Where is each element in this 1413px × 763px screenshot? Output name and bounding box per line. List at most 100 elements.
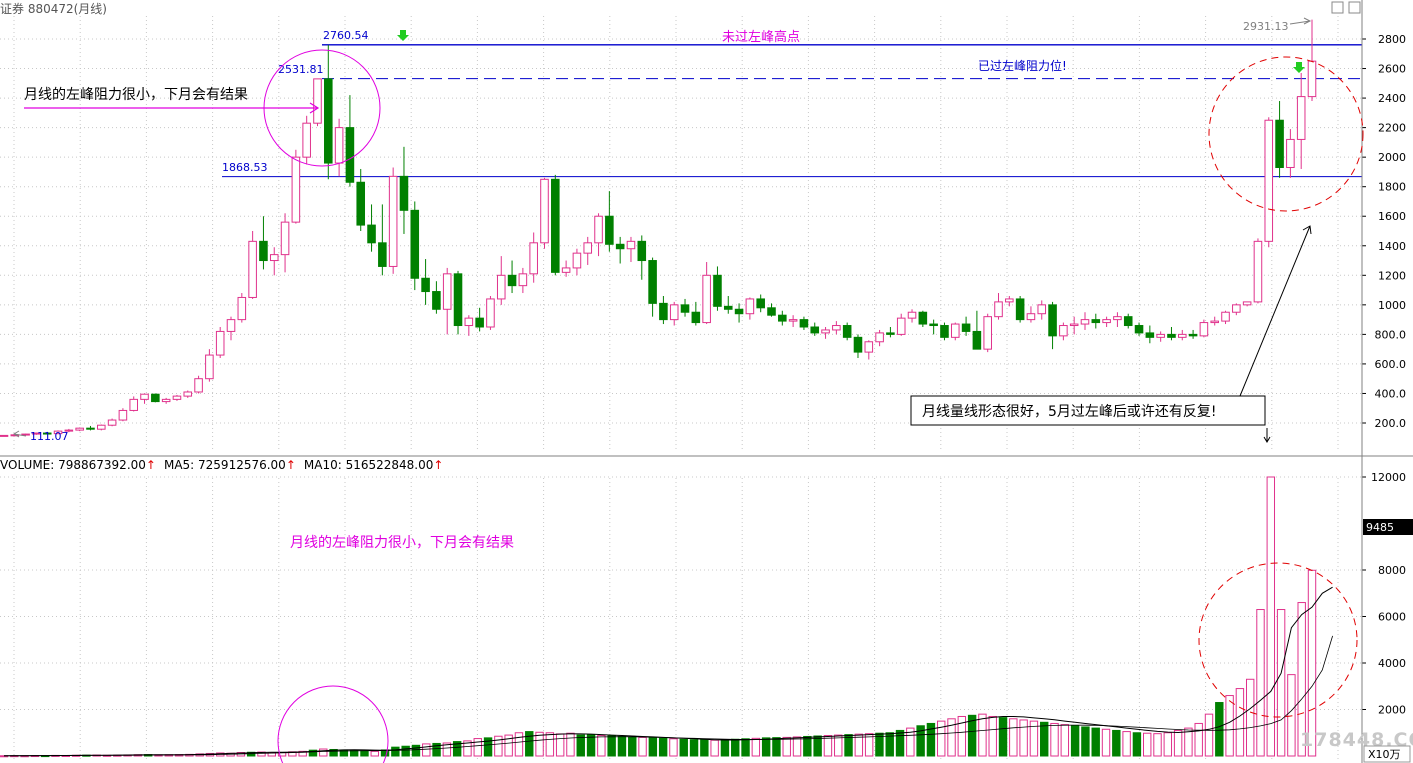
volume-bar bbox=[720, 739, 730, 757]
volume-tick-label: 2000 bbox=[1378, 704, 1406, 717]
volume-bar bbox=[360, 750, 369, 757]
volume-bar bbox=[525, 731, 534, 757]
candle-body bbox=[486, 298, 495, 328]
volume-bar bbox=[1153, 733, 1162, 757]
volume-bar bbox=[1143, 732, 1152, 757]
candle-body bbox=[680, 304, 690, 313]
recent-high-label: 2931.13 bbox=[1243, 20, 1289, 33]
candle-body bbox=[183, 391, 193, 397]
candle-body bbox=[356, 181, 366, 226]
axes-layer: 200.0 400.0 600.0 800.0 1000 1200 1400 1600 1800… bbox=[1362, 33, 1406, 717]
candle-body bbox=[151, 393, 160, 403]
price-tick-label: 1000 bbox=[1378, 299, 1406, 312]
candle-body bbox=[172, 395, 182, 400]
candle-body bbox=[259, 240, 268, 262]
price-tick-label: 2200 bbox=[1378, 122, 1406, 135]
volume-bar bbox=[545, 732, 555, 757]
volume-bar bbox=[638, 736, 647, 757]
ma-lines-layer bbox=[3, 586, 1333, 757]
candle-body bbox=[421, 277, 430, 293]
candle-body bbox=[875, 332, 884, 343]
price-tick-label: 1400 bbox=[1378, 240, 1406, 253]
candle-body bbox=[713, 274, 722, 307]
restore-button[interactable] bbox=[1331, 1, 1344, 14]
volume-bar bbox=[628, 736, 637, 757]
low-label: 111.07 bbox=[30, 430, 69, 443]
volume-bar bbox=[1101, 728, 1111, 757]
candle-body bbox=[475, 317, 484, 328]
candle-body bbox=[21, 433, 30, 436]
volume-bar bbox=[586, 734, 596, 757]
volume-bar bbox=[700, 739, 709, 757]
ma5-line bbox=[3, 586, 1333, 757]
volume-bar bbox=[555, 733, 565, 757]
green-arrow-icon bbox=[1293, 62, 1305, 73]
current-volume-label: 9485 bbox=[1366, 521, 1394, 534]
volume-bar bbox=[1132, 732, 1142, 757]
candle-body bbox=[1221, 311, 1230, 322]
candle-body bbox=[334, 127, 344, 164]
volume-tick-label: 4000 bbox=[1378, 657, 1406, 670]
recent-price-highlight bbox=[1208, 56, 1364, 212]
volume-bar bbox=[1081, 726, 1090, 757]
volume-bar bbox=[689, 739, 699, 757]
volume-bar bbox=[566, 732, 575, 757]
candle-body bbox=[75, 427, 84, 431]
candle-body bbox=[324, 78, 333, 164]
volume-bar bbox=[1009, 718, 1018, 757]
candle-body bbox=[345, 127, 355, 183]
volume-bar bbox=[617, 735, 627, 757]
candle-body bbox=[605, 215, 614, 245]
candle-body bbox=[1080, 319, 1090, 325]
volume-bar bbox=[1019, 719, 1028, 757]
maximize-button[interactable] bbox=[1348, 1, 1361, 14]
candle-body bbox=[1307, 60, 1317, 98]
candle-body bbox=[86, 427, 95, 430]
volume-bar bbox=[391, 746, 400, 757]
candle-body bbox=[464, 317, 474, 327]
price-tick-label: 400.0 bbox=[1375, 387, 1407, 400]
candle-body bbox=[1253, 240, 1263, 303]
volume-bar bbox=[1276, 609, 1286, 757]
candle-body bbox=[832, 325, 841, 331]
candle-body bbox=[961, 323, 971, 332]
candle-body bbox=[269, 254, 279, 262]
price-tick-label: 2600 bbox=[1378, 63, 1406, 76]
candle-body bbox=[1102, 319, 1111, 324]
candle-body bbox=[194, 378, 203, 393]
window-title: 证券 880472(月线) bbox=[0, 1, 107, 16]
candle-body bbox=[0, 434, 9, 437]
candle-body bbox=[1091, 319, 1101, 324]
recent-high-pointer bbox=[1289, 17, 1312, 25]
candle-body bbox=[1210, 320, 1219, 324]
candle-body bbox=[702, 274, 711, 324]
volume-bar bbox=[803, 735, 812, 757]
top-line-text: 未过左峰高点 bbox=[722, 29, 800, 45]
candle-body bbox=[896, 317, 906, 335]
candle-body bbox=[205, 354, 214, 380]
volume-bar bbox=[669, 738, 678, 757]
candle-body bbox=[723, 305, 733, 310]
candle-body bbox=[118, 409, 128, 421]
candle-body bbox=[1026, 313, 1036, 321]
candle-body bbox=[886, 332, 895, 335]
right-note: 月线量线形态很好，5月过左峰后或许还有反复! bbox=[922, 403, 1217, 420]
volume-bar bbox=[761, 737, 771, 757]
candle-body bbox=[388, 175, 398, 267]
candle-body bbox=[918, 311, 928, 325]
volume-bar bbox=[731, 738, 740, 757]
volume-bar bbox=[1245, 678, 1255, 757]
candle-body bbox=[929, 323, 938, 327]
volume-bar bbox=[813, 735, 822, 757]
candle-body bbox=[788, 319, 798, 322]
volume-tick-label: 12000 bbox=[1371, 471, 1406, 484]
candle-body bbox=[129, 398, 139, 411]
peak-high-label: 2760.54 bbox=[323, 29, 369, 42]
down-pointer-arrow bbox=[1263, 428, 1271, 443]
grid-layer bbox=[0, 16, 1362, 760]
volume-bar bbox=[411, 744, 421, 757]
volume-tick-label: 8000 bbox=[1378, 564, 1406, 577]
volume-bars-layer bbox=[0, 476, 1317, 758]
price-tick-label: 800.0 bbox=[1375, 328, 1407, 341]
candle-body bbox=[983, 316, 992, 350]
